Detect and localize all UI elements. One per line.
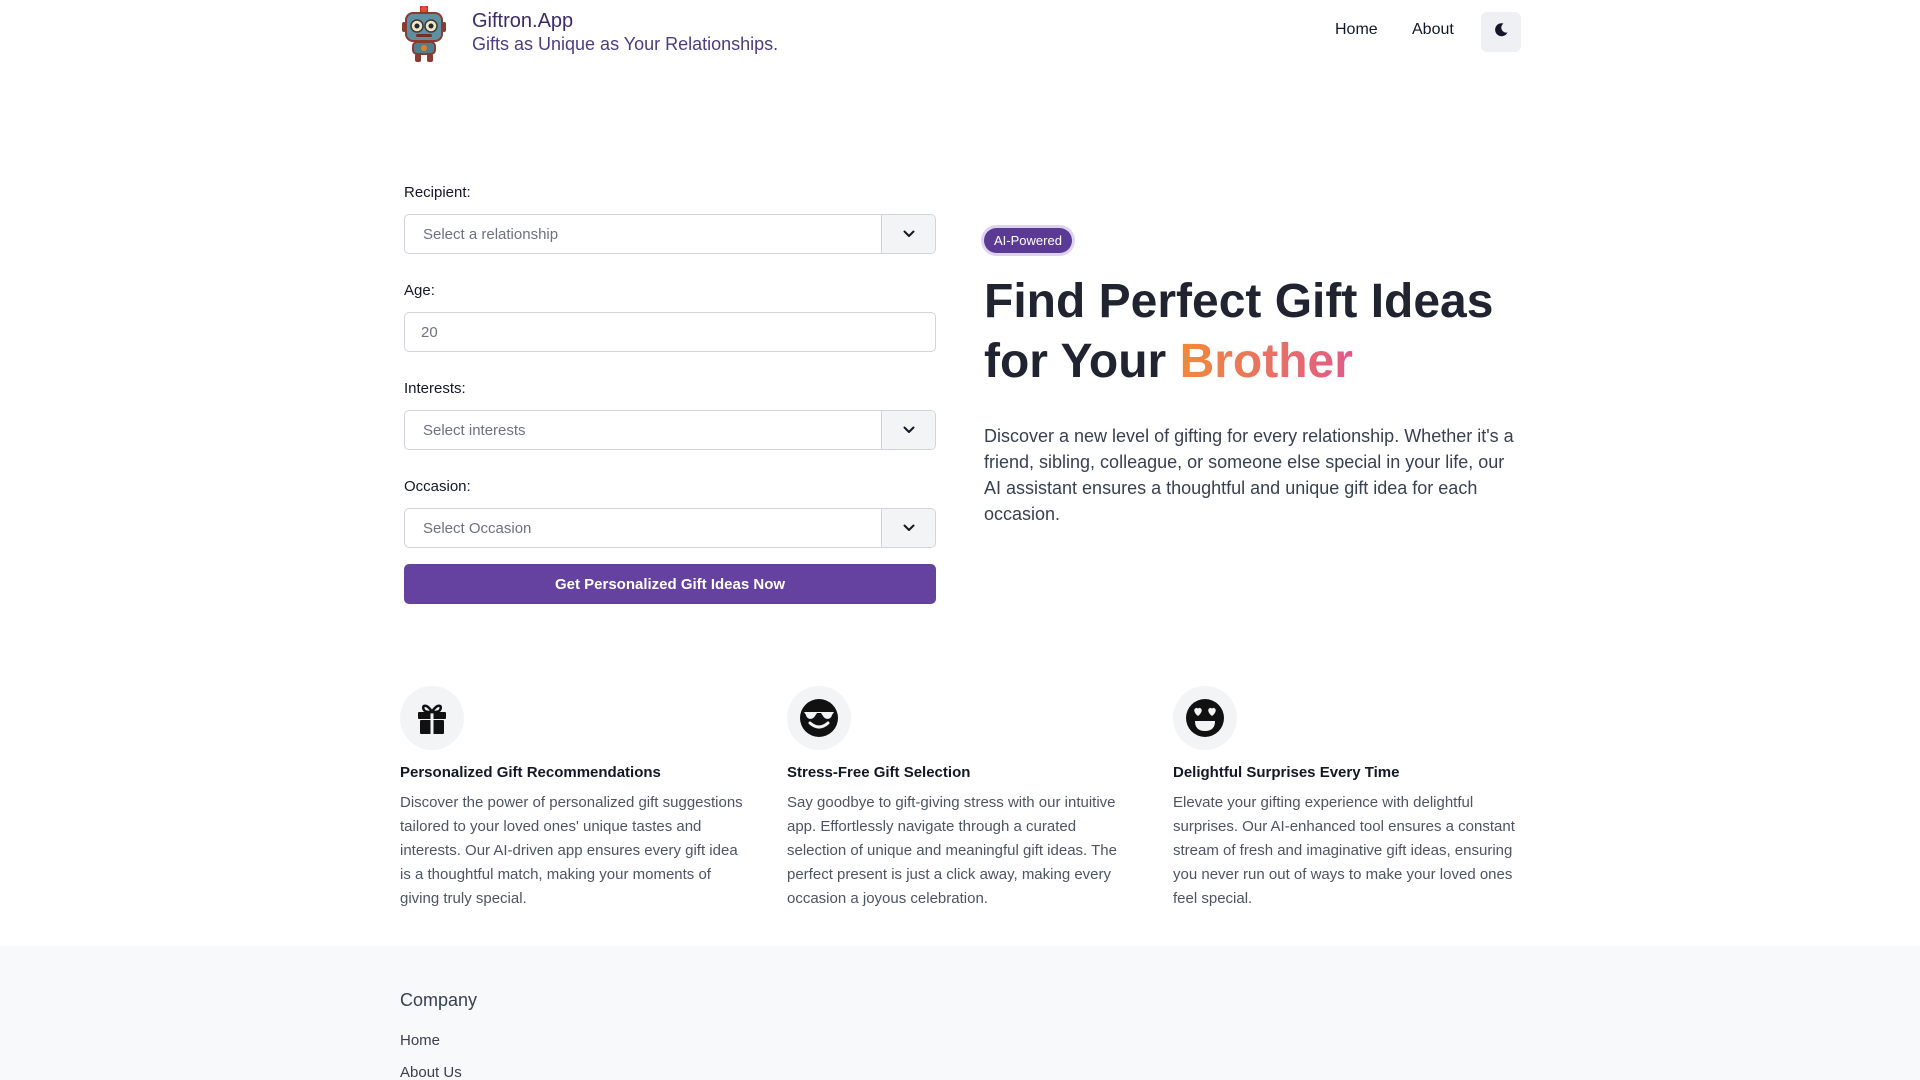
brand-name[interactable]: Giftron.App bbox=[472, 10, 573, 33]
site-header: Giftron.App Gifts as Unique as Your Rela… bbox=[400, 0, 1522, 64]
occasion-select[interactable]: Select Occasion bbox=[404, 508, 936, 548]
interests-select-placeholder: Select interests bbox=[423, 422, 526, 439]
feature-description: Elevate your gifting experience with del… bbox=[1173, 794, 1515, 907]
ai-powered-badge: AI-Powered bbox=[984, 228, 1072, 253]
hero-title-line2-prefix: for Your bbox=[984, 335, 1180, 388]
heart-eyes-face-icon bbox=[1173, 686, 1237, 750]
gift-icon bbox=[400, 686, 464, 750]
feature-description: Say goodbye to gift-giving stress with o… bbox=[787, 794, 1117, 907]
feature-card: Stress-Free Gift Selection Say goodbye t… bbox=[787, 686, 1135, 911]
feature-card: Personalized Gift Recommendations Discov… bbox=[400, 686, 748, 911]
footer-home-link[interactable]: Home bbox=[400, 1032, 440, 1049]
recipient-select-placeholder: Select a relationship bbox=[423, 226, 559, 243]
hero-description: Discover a new level of gifting for ever… bbox=[984, 426, 1514, 524]
chevron-down-icon bbox=[903, 225, 915, 243]
occasion-dropdown-button[interactable] bbox=[881, 509, 935, 547]
feature-title: Delightful Surprises Every Time bbox=[1173, 764, 1400, 781]
footer-heading: Company bbox=[400, 990, 478, 1010]
recipient-dropdown-button[interactable] bbox=[881, 215, 935, 253]
occasion-label: Occasion: bbox=[404, 478, 471, 495]
hero-title-accent: Brother bbox=[1179, 335, 1353, 388]
feature-title: Stress-Free Gift Selection bbox=[787, 764, 971, 781]
interests-dropdown-button[interactable] bbox=[881, 411, 935, 449]
feature-description: Discover the power of personalized gift … bbox=[400, 794, 743, 907]
gift-form: Recipient: Select a relationship Age: In… bbox=[404, 184, 936, 604]
interests-label: Interests: bbox=[404, 380, 466, 397]
age-field-wrapper bbox=[404, 312, 936, 352]
smiling-face-with-sunglasses-icon bbox=[787, 686, 851, 750]
footer-about-us-link[interactable]: About Us bbox=[400, 1064, 462, 1080]
hero-title: Find Perfect Gift Ideas for Your Brother bbox=[984, 272, 1524, 392]
hero-title-line1: Find Perfect Gift Ideas bbox=[984, 275, 1494, 328]
get-gift-ideas-button[interactable]: Get Personalized Gift Ideas Now bbox=[404, 564, 936, 604]
site-footer: Company Home About Us bbox=[0, 946, 1920, 1080]
occasion-select-placeholder: Select Occasion bbox=[423, 520, 532, 537]
feature-card: Delightful Surprises Every Time Elevate … bbox=[1173, 686, 1521, 911]
nav-about-link[interactable]: About bbox=[1412, 21, 1454, 39]
age-label: Age: bbox=[404, 282, 435, 299]
moon-icon bbox=[1493, 22, 1509, 43]
feature-title: Personalized Gift Recommendations bbox=[400, 764, 661, 781]
recipient-label: Recipient: bbox=[404, 184, 471, 201]
robot-logo-icon[interactable] bbox=[400, 6, 448, 62]
brand-tagline: Gifts as Unique as Your Relationships. bbox=[472, 34, 779, 54]
interests-select[interactable]: Select interests bbox=[404, 410, 936, 450]
recipient-select[interactable]: Select a relationship bbox=[404, 214, 936, 254]
theme-toggle-button[interactable] bbox=[1481, 12, 1521, 52]
chevron-down-icon bbox=[903, 421, 915, 439]
nav-home-link[interactable]: Home bbox=[1335, 21, 1378, 39]
chevron-down-icon bbox=[903, 519, 915, 537]
age-input[interactable] bbox=[405, 313, 935, 351]
